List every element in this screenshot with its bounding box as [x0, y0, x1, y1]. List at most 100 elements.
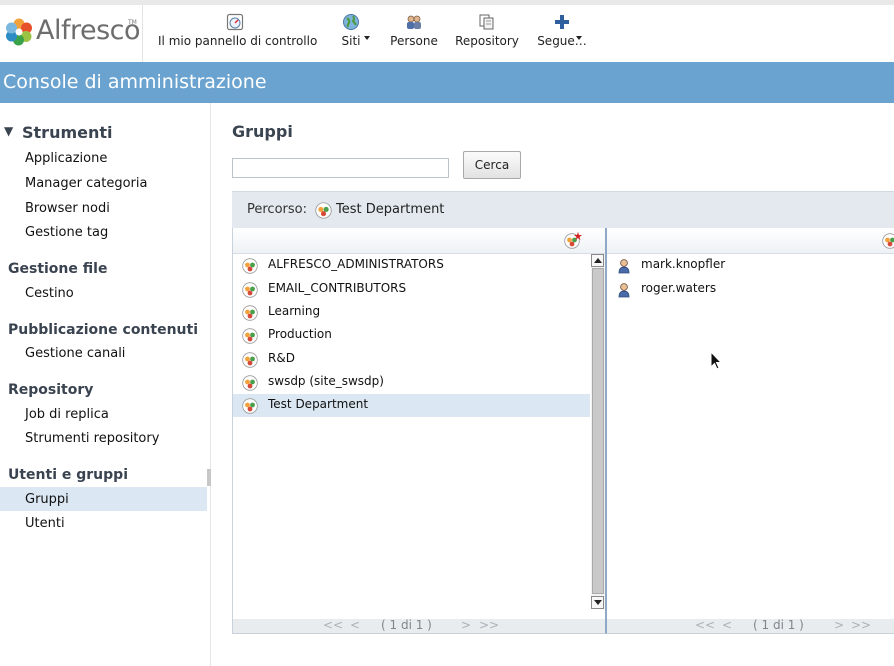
sidebar-resize-handle[interactable]	[207, 469, 211, 486]
members-column-header	[607, 228, 894, 254]
nav-people-label: Persone	[390, 34, 438, 48]
pager-last[interactable]: >>	[479, 618, 499, 632]
top-header: Alfresco TM Il mio pannello di controllo…	[0, 0, 894, 62]
member-name: mark.knopfler	[641, 257, 726, 271]
group-row[interactable]: ALFRESCO_ADMINISTRATORS	[233, 254, 590, 277]
group-icon	[242, 328, 258, 344]
user-icon	[618, 259, 630, 274]
group-icon	[315, 202, 332, 219]
nav-people[interactable]: Persone	[387, 13, 441, 57]
sites-dropdown-caret-icon[interactable]	[364, 36, 370, 40]
sidebar-border	[210, 103, 211, 666]
group-icon	[242, 258, 258, 274]
group-row-selected[interactable]: Test Department	[233, 394, 590, 417]
nav-dashboard[interactable]: Il mio pannello di controllo	[158, 13, 318, 57]
arrow-up-icon	[594, 258, 602, 263]
groups-title: Gruppi	[232, 122, 293, 141]
sidebar-item-trashcan[interactable]: Cestino	[25, 286, 74, 301]
title-band: Console di amministrazione	[0, 62, 894, 103]
header-separator	[142, 5, 143, 62]
sidebar-item-users[interactable]: Utenti	[25, 516, 65, 531]
sidebar-item-category-manager[interactable]: Manager categoria	[25, 176, 147, 191]
members-pager: << < ( 1 di 1 ) > >>	[607, 618, 894, 633]
groups-pager: << < ( 1 di 1 ) > >>	[233, 618, 605, 633]
group-icon	[242, 352, 258, 368]
sidebar-item-groups[interactable]: Gruppi	[25, 492, 69, 507]
sidebar-item-channel-manager[interactable]: Gestione canali	[25, 346, 125, 361]
search-button[interactable]: Cerca	[463, 151, 521, 179]
member-name: roger.waters	[641, 281, 717, 295]
scroll-up-button[interactable]	[591, 254, 604, 267]
group-icon	[242, 305, 258, 321]
sidebar-header-tools[interactable]: Strumenti	[22, 123, 113, 142]
sidebar-header-repository: Repository	[8, 382, 94, 398]
path-value[interactable]: Test Department	[336, 202, 444, 217]
pager-next[interactable]: >	[461, 618, 471, 632]
nav-sites[interactable]: Siti	[334, 13, 368, 57]
groups-column-header	[233, 228, 605, 254]
group-name: Learning	[268, 304, 321, 318]
sidebar-item-node-browser[interactable]: Browser nodi	[25, 201, 110, 216]
more-dropdown-caret-icon[interactable]	[576, 36, 582, 40]
group-row[interactable]: swsdp (site_swsdp)	[233, 371, 590, 394]
group-row[interactable]: Learning	[233, 301, 590, 324]
sidebar-header-users-groups: Utenti e gruppi	[8, 467, 128, 483]
scroll-thumb[interactable]	[592, 268, 604, 594]
group-row[interactable]: R&D	[233, 348, 590, 371]
globe-icon	[343, 14, 359, 30]
nav-more[interactable]: Segue…	[534, 13, 590, 57]
group-name: Test Department	[268, 397, 369, 411]
new-group-icon[interactable]	[882, 232, 894, 249]
logo-trademark: TM	[128, 19, 137, 26]
sidebar-header-file-management: Gestione file	[8, 261, 108, 277]
group-icon	[242, 282, 258, 298]
pager-next[interactable]: >	[834, 618, 844, 632]
nav-dashboard-label: Il mio pannello di controllo	[158, 34, 318, 48]
mouse-cursor-icon	[710, 351, 722, 370]
groups-scrollbar[interactable]	[591, 254, 605, 609]
collapse-triangle-icon[interactable]: ▼	[4, 124, 13, 138]
arrow-down-icon	[594, 600, 602, 605]
pager-page: ( 1 di 1 )	[381, 618, 432, 632]
sidebar-item-repository-tools[interactable]: Strumenti repository	[25, 431, 159, 446]
sidebar-item-tag-manager[interactable]: Gestione tag	[25, 225, 108, 240]
group-name: Production	[268, 327, 332, 341]
pager-prev[interactable]: <	[722, 618, 732, 632]
nav-repository[interactable]: Repository	[453, 13, 521, 57]
nav-repository-label: Repository	[455, 34, 519, 48]
nav-sites-label: Siti	[341, 34, 361, 48]
user-icon	[618, 283, 630, 298]
alfresco-logo[interactable]: Alfresco TM	[4, 15, 141, 49]
groups-column: ALFRESCO_ADMINISTRATORS EMAIL_CONTRIBUTO…	[232, 228, 605, 634]
group-name: R&D	[268, 351, 295, 365]
page-title: Console di amministrazione	[3, 71, 267, 93]
group-icon	[242, 398, 258, 414]
people-icon	[407, 15, 421, 29]
group-icon	[242, 375, 258, 391]
plus-icon	[555, 15, 569, 29]
sidebar-header-publishing: Pubblicazione contenuti	[8, 322, 199, 338]
scroll-down-button[interactable]	[591, 596, 604, 609]
pager-first[interactable]: <<	[695, 618, 715, 632]
logo-wordmark: Alfresco	[36, 15, 141, 46]
pager-last[interactable]: >>	[851, 618, 871, 632]
group-row[interactable]: Production	[233, 324, 590, 347]
group-name: EMAIL_CONTRIBUTORS	[268, 281, 407, 295]
dashboard-icon	[226, 13, 244, 31]
alfresco-flower-icon	[6, 18, 32, 46]
sidebar-item-replication-jobs[interactable]: Job di replica	[25, 407, 109, 422]
new-group-icon[interactable]	[564, 232, 582, 249]
group-name: ALFRESCO_ADMINISTRATORS	[268, 257, 444, 271]
pager-first[interactable]: <<	[323, 618, 343, 632]
member-row[interactable]: roger.waters	[607, 278, 894, 301]
group-name: swsdp (site_swsdp)	[268, 374, 384, 388]
path-label: Percorso:	[247, 202, 307, 217]
pager-prev[interactable]: <	[350, 618, 360, 632]
sidebar-item-application[interactable]: Applicazione	[25, 151, 107, 166]
members-column: mark.knopfler roger.waters << < ( 1 di 1…	[605, 228, 894, 634]
group-search-input[interactable]	[232, 158, 449, 178]
group-row[interactable]: EMAIL_CONTRIBUTORS	[233, 278, 590, 301]
member-row[interactable]: mark.knopfler	[607, 254, 894, 277]
repository-icon	[479, 14, 494, 30]
path-bar: Percorso: Test Department	[232, 191, 894, 228]
